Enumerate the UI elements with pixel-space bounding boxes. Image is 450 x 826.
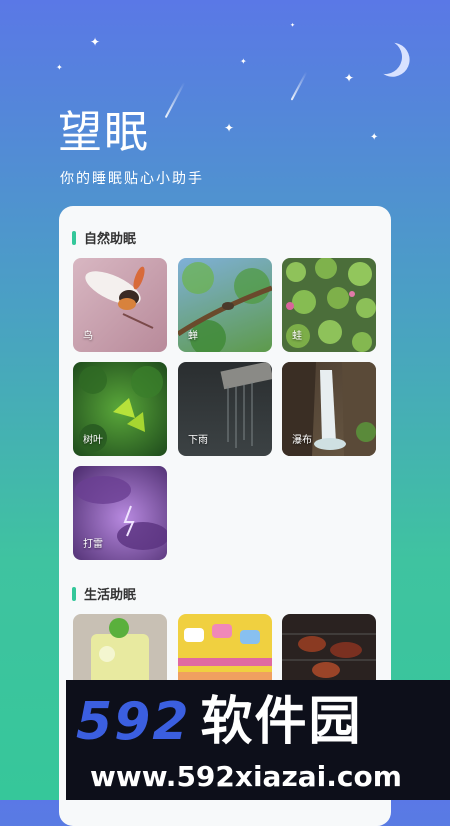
sound-tile-rain[interactable]: 下雨	[178, 362, 272, 456]
sound-tile-cicada[interactable]: 蝉	[178, 258, 272, 352]
sound-tile-leaves[interactable]: 树叶	[73, 362, 167, 456]
meteor-decoration	[164, 81, 186, 119]
star-icon: ✦	[90, 35, 101, 49]
sound-tile-label: 鸟	[83, 331, 93, 342]
watermark-url: www.592xiazai.com	[90, 760, 402, 793]
section-accent-bar	[72, 586, 76, 601]
meteor-decoration	[290, 71, 308, 101]
star-icon: ✦	[224, 121, 235, 135]
section-label-nature: 自然助眠	[84, 232, 137, 247]
section-label-life: 生活助眠	[84, 588, 137, 603]
sound-tile-label: 蝉	[188, 331, 198, 342]
star-icon: ✦	[290, 22, 296, 29]
star-icon: ✦	[344, 71, 355, 85]
watermark-logo-text: 592 软件园	[76, 692, 363, 752]
sound-tile-label: 树叶	[83, 435, 103, 446]
section-header-nature: 自然助眠	[72, 228, 136, 247]
sound-tile-frog[interactable]: 蛙	[282, 258, 376, 352]
app-subtitle: 你的睡眠贴心小助手	[60, 171, 204, 187]
watermark-number: 592	[76, 692, 191, 752]
star-icon: ✦	[240, 57, 247, 66]
sound-tile-waterfall[interactable]: 瀑布	[282, 362, 376, 456]
section-header-life: 生活助眠	[72, 584, 136, 603]
sound-tile-label: 下雨	[188, 435, 208, 446]
watermark-banner: 592 软件园 www.592xiazai.com	[66, 680, 450, 800]
moon-icon	[365, 37, 404, 76]
section-accent-bar	[72, 230, 76, 245]
star-icon: ✦	[370, 132, 379, 143]
watermark-brand: 软件园	[200, 692, 363, 752]
sound-tile-bird[interactable]: 鸟	[73, 258, 167, 352]
app-title: 望眠	[58, 107, 150, 158]
sound-tile-label: 打雷	[83, 539, 103, 550]
star-icon: ✦	[56, 63, 63, 72]
sound-tile-label: 瀑布	[292, 435, 312, 446]
sound-tile-label: 蛙	[292, 331, 302, 342]
sound-tile-thunder[interactable]: 打雷	[73, 466, 167, 560]
